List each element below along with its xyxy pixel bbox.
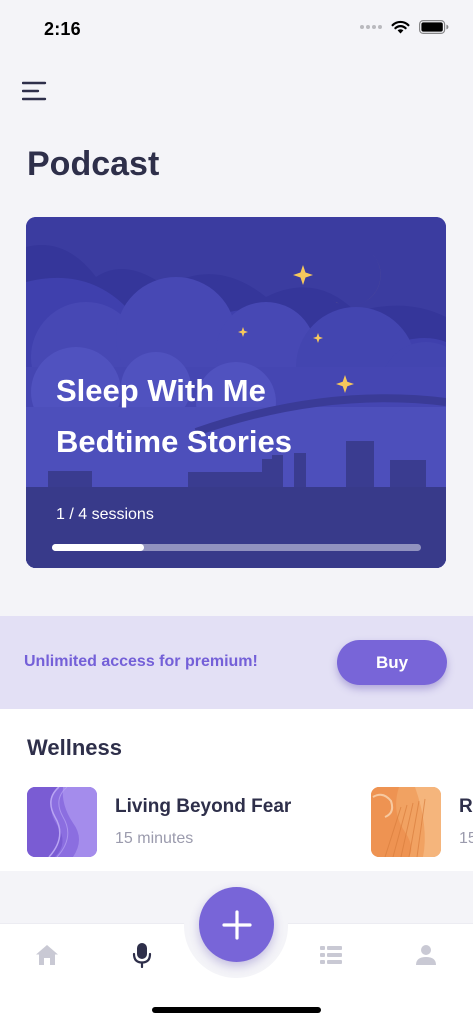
- battery-icon: [419, 20, 449, 34]
- wellness-item[interactable]: Re 15: [371, 786, 473, 858]
- microphone-icon: [132, 943, 152, 968]
- section-title: Wellness: [27, 735, 122, 760]
- wellness-item-info: Living Beyond Fear 15 minutes: [115, 796, 291, 848]
- tab-podcast[interactable]: [122, 940, 162, 970]
- wellness-section: Wellness Living Beyond Fear 15 minutes R…: [0, 709, 473, 871]
- wellness-item-thumbnail: [27, 787, 97, 857]
- podcast-title-line-2: Bedtime Stories: [56, 424, 293, 459]
- tab-profile[interactable]: [406, 940, 446, 970]
- wellness-item-title: Re: [459, 796, 473, 817]
- wellness-item-title: Living Beyond Fear: [115, 796, 292, 817]
- tab-list[interactable]: [311, 940, 351, 970]
- wellness-item-duration: 15 minutes: [115, 830, 194, 847]
- plus-icon: [221, 909, 252, 940]
- premium-banner: Unlimited access for premium! Buy: [0, 616, 473, 709]
- premium-text: Unlimited access for premium!: [24, 653, 258, 670]
- podcast-title-line-1: Sleep With Me: [56, 373, 266, 408]
- page-title: Podcast: [27, 145, 160, 183]
- buy-button[interactable]: Buy: [337, 640, 447, 685]
- status-bar: 2:16: [0, 0, 473, 60]
- menu-button[interactable]: [21, 80, 48, 102]
- wellness-item-thumbnail: [371, 787, 441, 857]
- hamburger-menu-icon: [21, 81, 47, 101]
- session-progress-bar: [52, 544, 421, 551]
- home-indicator: [152, 1007, 321, 1013]
- wellness-item-info: Re 15: [459, 796, 473, 848]
- add-button[interactable]: [199, 887, 274, 962]
- home-icon: [36, 945, 58, 965]
- wellness-item[interactable]: Living Beyond Fear 15 minutes: [27, 786, 291, 858]
- user-icon: [416, 945, 436, 965]
- podcast-screen: 2:16 Podcast Sleep With Me Bedtime Stori…: [0, 0, 473, 1024]
- status-time: 2:16: [44, 19, 81, 39]
- podcast-card[interactable]: Sleep With Me Bedtime Stories 1 / 4 sess…: [26, 217, 446, 568]
- wifi-icon: [391, 20, 410, 34]
- list-icon: [320, 946, 342, 964]
- cellular-signal-icon: [360, 25, 382, 29]
- wellness-item-duration: 15: [459, 830, 473, 847]
- tab-home[interactable]: [27, 940, 67, 970]
- status-icons: [360, 20, 449, 34]
- session-progress-fill: [52, 544, 145, 551]
- podcast-title: Sleep With Me Bedtime Stories: [56, 365, 356, 467]
- session-count: 1 / 4 sessions: [56, 506, 154, 523]
